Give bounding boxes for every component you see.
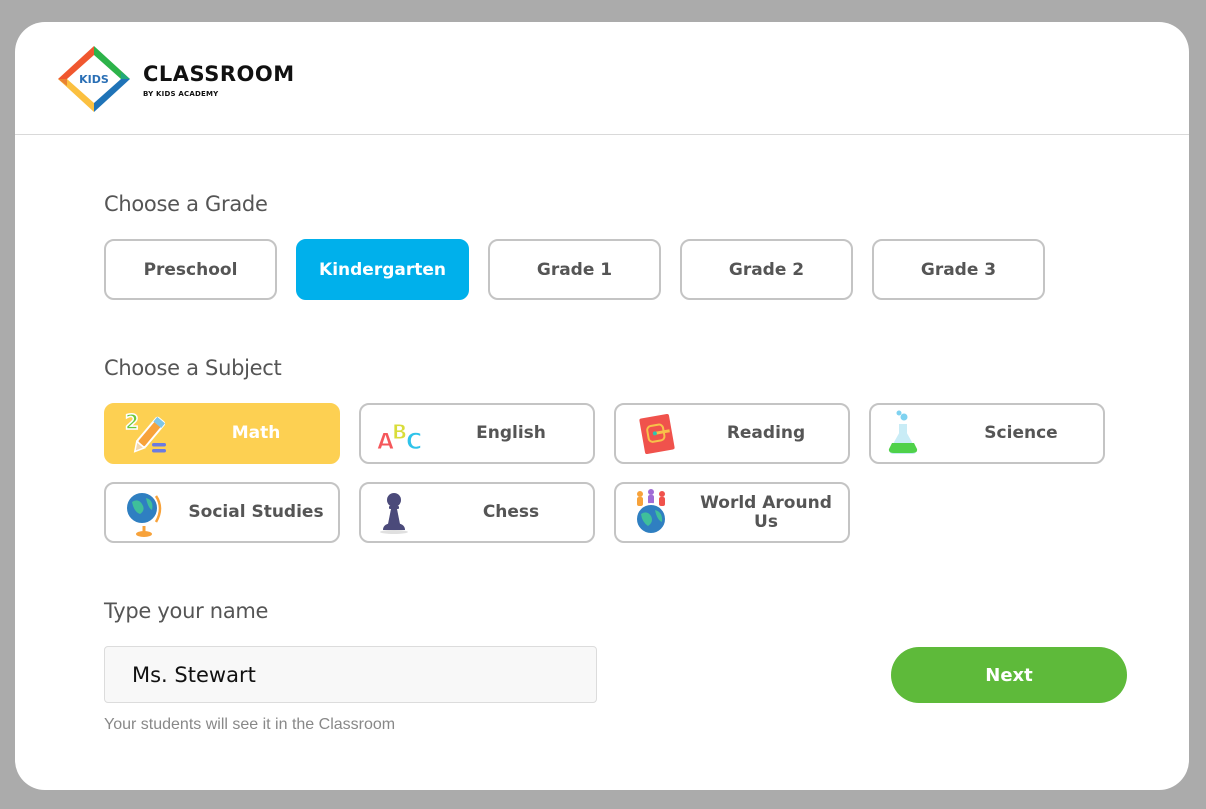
brand-title: CLASSROOM — [143, 62, 295, 86]
pencil-numbers-icon: 2 — [124, 409, 166, 453]
setup-card: KIDS CLASSROOM BY KIDS ACADEMY Choose a … — [15, 22, 1189, 790]
subject-section-label: Choose a Subject — [104, 356, 282, 380]
header: KIDS CLASSROOM BY KIDS ACADEMY — [15, 22, 1189, 135]
subject-option-english[interactable]: A B C English — [359, 403, 595, 464]
subject-label: Math — [231, 423, 281, 443]
grade-option-grade-1[interactable]: Grade 1 — [488, 239, 661, 300]
subject-option-world-around-us[interactable]: World Around Us — [614, 482, 850, 543]
grade-options: Preschool Kindergarten Grade 1 Grade 2 G… — [104, 239, 1045, 300]
kids-academy-logo-icon: KIDS — [58, 46, 130, 112]
svg-text:2: 2 — [125, 410, 139, 434]
grade-option-preschool[interactable]: Preschool — [104, 239, 277, 300]
subject-option-social-studies[interactable]: Social Studies — [104, 482, 340, 543]
subject-options: 2 Math A B C English Reading Science Soc… — [104, 403, 1105, 543]
subject-label: Chess — [482, 502, 540, 522]
brand: CLASSROOM BY KIDS ACADEMY — [143, 62, 295, 98]
grade-option-grade-3[interactable]: Grade 3 — [872, 239, 1045, 300]
subject-label: Science — [984, 423, 1058, 443]
svg-text:KIDS: KIDS — [79, 73, 109, 86]
subject-option-math[interactable]: 2 Math — [104, 403, 340, 464]
svg-text:B: B — [392, 420, 407, 444]
abc-letters-icon: A B C — [377, 420, 423, 456]
name-hint: Your students will see it in the Classro… — [104, 716, 396, 733]
grade-section-label: Choose a Grade — [104, 192, 268, 216]
grade-option-kindergarten[interactable]: Kindergarten — [296, 239, 469, 300]
world-people-icon — [635, 489, 667, 535]
chess-pawn-icon — [380, 493, 408, 534]
svg-text:C: C — [406, 430, 422, 455]
next-button[interactable]: Next — [891, 647, 1127, 703]
subject-label: Reading — [726, 423, 806, 443]
name-input[interactable] — [104, 646, 597, 703]
subject-option-chess[interactable]: Chess — [359, 482, 595, 543]
subject-option-science[interactable]: Science — [869, 403, 1105, 464]
subject-option-reading[interactable]: Reading — [614, 403, 850, 464]
subject-label: World Around Us — [700, 492, 832, 532]
name-section-label: Type your name — [104, 599, 269, 623]
flask-icon — [887, 410, 919, 456]
subject-label: Social Studies — [188, 502, 324, 522]
subject-label: English — [476, 423, 546, 443]
globe-icon — [125, 491, 162, 537]
grade-option-grade-2[interactable]: Grade 2 — [680, 239, 853, 300]
book-icon — [637, 411, 677, 457]
brand-subtitle: BY KIDS ACADEMY — [143, 90, 219, 98]
